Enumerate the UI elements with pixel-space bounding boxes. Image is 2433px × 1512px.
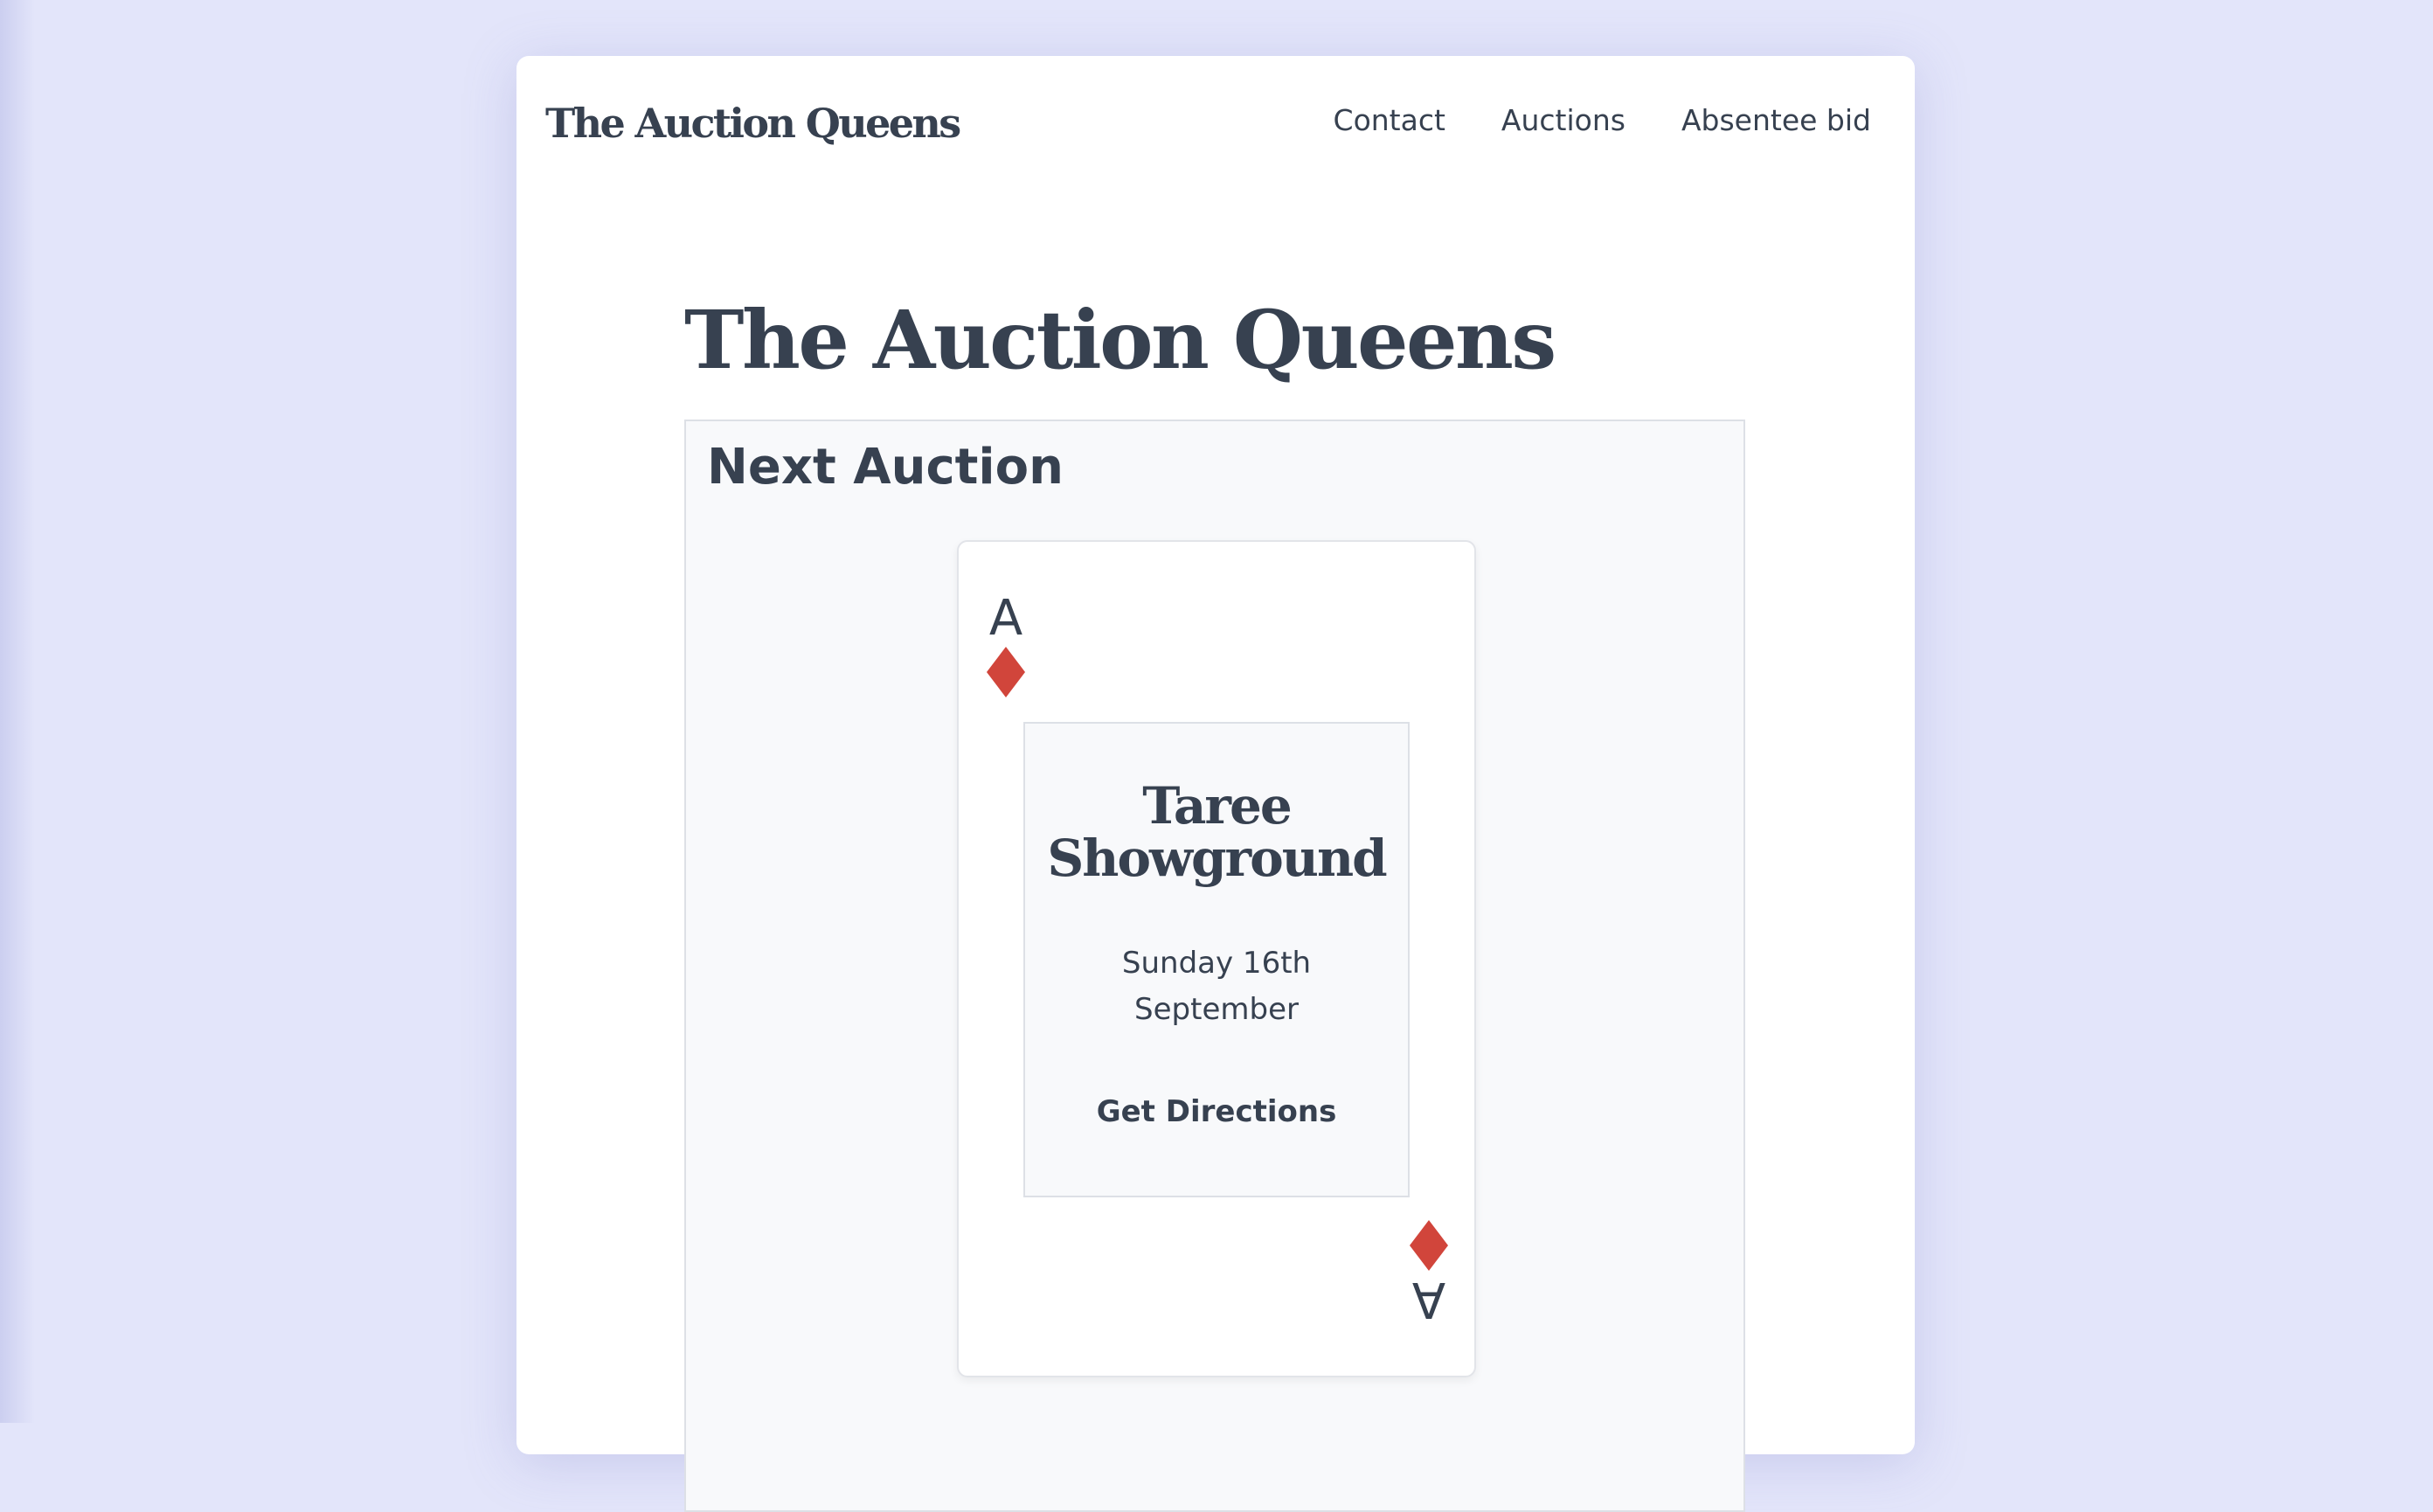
background-shadow — [0, 0, 35, 1423]
diamond-icon — [1410, 1220, 1448, 1271]
get-directions-link[interactable]: Get Directions — [1025, 1094, 1408, 1129]
card-corner-bottom: A — [1410, 1220, 1448, 1328]
main-nav: Contact Auctions Absentee bid — [1334, 103, 1871, 137]
page-title: The Auction Queens — [684, 293, 1556, 387]
nav-link-auctions[interactable]: Auctions — [1501, 103, 1625, 137]
auction-venue: Taree Showground — [1047, 776, 1387, 888]
auction-playing-card: A Taree Showground Sunday 16th September… — [957, 540, 1476, 1377]
nav-link-absentee-bid[interactable]: Absentee bid — [1681, 103, 1871, 137]
card-rank-bottom: A — [1411, 1271, 1446, 1328]
nav-link-contact[interactable]: Contact — [1334, 103, 1445, 137]
page-container: The Auction Queens Contact Auctions Abse… — [516, 56, 1915, 1512]
site-header: The Auction Queens Contact Auctions Abse… — [516, 56, 1915, 187]
next-auction-section: Next Auction A Taree Showground Sunday 1… — [684, 420, 1745, 1512]
auction-details: Taree Showground Sunday 16th September G… — [1023, 722, 1410, 1197]
next-auction-heading: Next Auction — [707, 439, 1064, 496]
card-corner-top: A — [987, 594, 1025, 697]
diamond-icon — [987, 647, 1025, 697]
site-logo[interactable]: The Auction Queens — [545, 100, 961, 147]
card-rank-top: A — [988, 590, 1023, 647]
auction-date: Sunday 16th September — [1121, 946, 1312, 1027]
